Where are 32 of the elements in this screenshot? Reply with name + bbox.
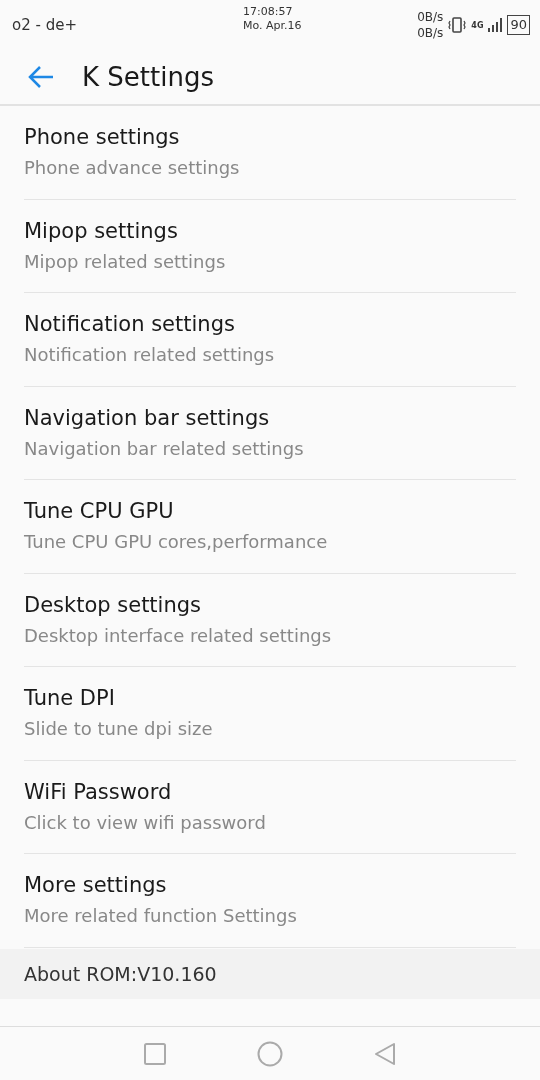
home-icon[interactable] bbox=[257, 1041, 283, 1067]
setting-title[interactable]: Notification settings bbox=[24, 310, 516, 339]
speed-text: 0B/s bbox=[417, 9, 444, 25]
speed-text: 0B/s bbox=[417, 25, 444, 41]
setting-subtitle: Notification related settings bbox=[24, 343, 276, 368]
setting-title[interactable]: WiFi Password bbox=[24, 777, 516, 806]
recents-icon[interactable] bbox=[143, 1042, 167, 1066]
setting-title[interactable]: Phone settings bbox=[24, 123, 516, 152]
vibrate-icon bbox=[447, 15, 468, 35]
setting-subtitle: Tune CPU GPU cores,performance bbox=[24, 530, 329, 555]
section-title: About ROM:V10.160 bbox=[24, 962, 217, 985]
carrier-name: o2 - de+ bbox=[12, 16, 77, 34]
setting-title[interactable]: More settings bbox=[24, 871, 516, 900]
setting-subtitle: More related function Settings bbox=[24, 904, 298, 929]
signal-icon bbox=[487, 17, 504, 33]
setting-subtitle: Mipop related settings bbox=[24, 249, 227, 274]
network-type: 4G bbox=[471, 20, 484, 30]
setting-title[interactable]: Navigation bar settings bbox=[24, 403, 516, 432]
setting-subtitle: Navigation bar related settings bbox=[24, 436, 305, 461]
back-icon[interactable] bbox=[373, 1042, 397, 1066]
screen-title: K Settings bbox=[82, 62, 214, 92]
setting-subtitle: Desktop interface related settings bbox=[24, 623, 333, 648]
date-text: Mo. Apr.16 bbox=[243, 19, 302, 33]
setting-title[interactable]: Tune CPU GPU bbox=[24, 497, 516, 526]
setting-title[interactable]: Tune DPI bbox=[24, 684, 516, 713]
setting-subtitle: Phone advance settings bbox=[24, 156, 241, 181]
setting-subtitle: Click to view wifi password bbox=[24, 810, 267, 835]
clock-time: 17:08:57 bbox=[243, 5, 294, 19]
setting-title[interactable]: Desktop settings bbox=[24, 590, 516, 619]
battery-level: 90 bbox=[507, 15, 530, 35]
setting-subtitle: Slide to tune dpi size bbox=[24, 717, 214, 742]
setting-title[interactable]: Mipop settings bbox=[24, 216, 516, 245]
